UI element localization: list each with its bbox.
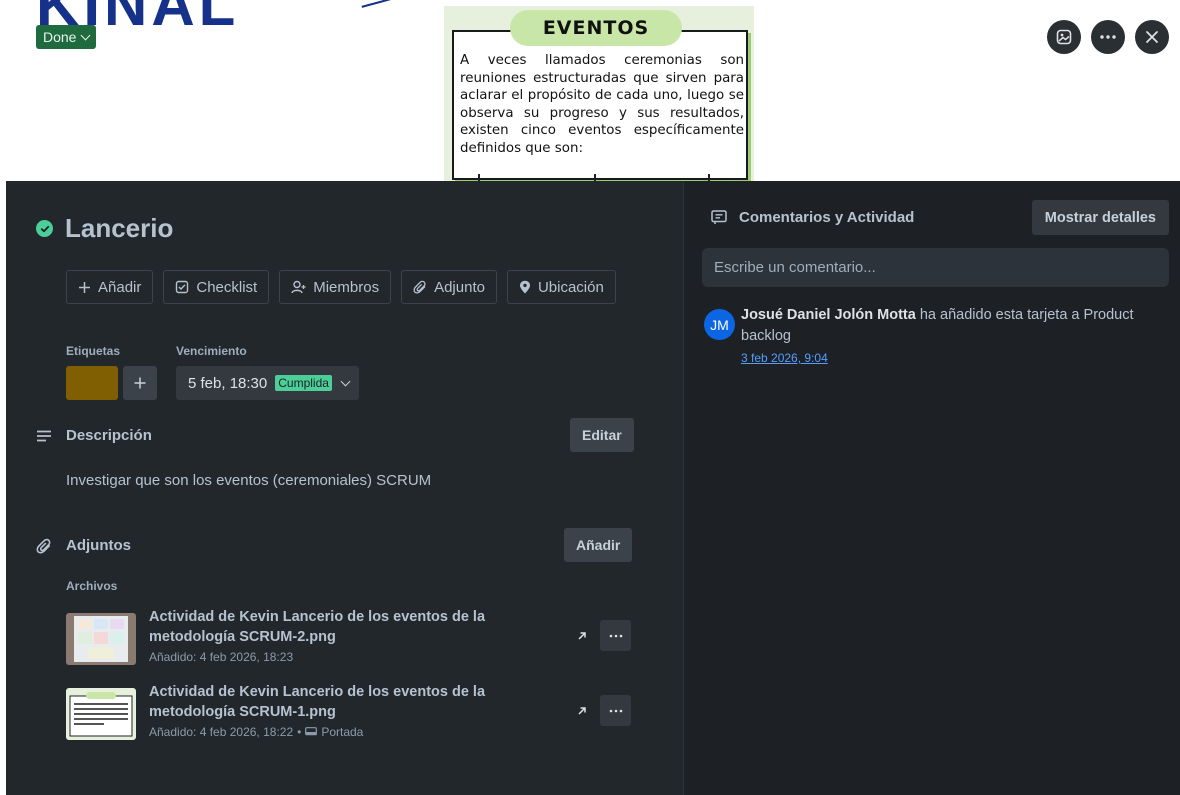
label-chip[interactable]	[66, 366, 118, 400]
avatar[interactable]: JM	[704, 309, 735, 340]
description-header: Descripción	[36, 427, 152, 444]
open-attachment-button[interactable]	[569, 698, 595, 724]
poster-text: A veces llamados ceremonias son reunione…	[460, 53, 744, 156]
comment-input[interactable]	[702, 248, 1169, 287]
attachment-button[interactable]: Adjunto	[401, 270, 497, 304]
add-attachment-button[interactable]: Añadir	[564, 528, 633, 562]
attachment-meta: Añadido: 4 feb 2026, 18:23	[149, 650, 293, 664]
arrow-up-right-icon	[578, 632, 586, 640]
activity-timestamp[interactable]: 3 feb 2026, 9:04	[741, 351, 828, 365]
checkbox-icon	[176, 280, 189, 294]
attachment-thumbnail[interactable]	[66, 613, 136, 665]
paperclip-icon	[36, 538, 51, 553]
chevron-down-icon	[340, 376, 351, 386]
close-icon	[1146, 31, 1158, 43]
paperclip-icon	[413, 280, 426, 294]
poster-ticks	[444, 174, 754, 181]
due-date-heading: Vencimiento	[176, 344, 247, 358]
ellipsis-icon	[609, 709, 622, 712]
location-button-label: Ubicación	[537, 278, 604, 296]
card-actions: Añadir Checklist Miembros Adjunto Ubicac…	[66, 270, 616, 304]
edit-description-button[interactable]: Editar	[570, 418, 634, 452]
cover-image: EVENTOS A veces llamados ceremonias son …	[444, 6, 754, 181]
cover-background-line	[360, 0, 392, 8]
location-button[interactable]: Ubicación	[506, 270, 616, 304]
poster-box: A veces llamados ceremonias son reunione…	[452, 30, 748, 180]
attachment-name[interactable]: Actividad de Kevin Lancerio de los event…	[149, 607, 529, 647]
attachment-item: Actividad de Kevin Lancerio de los event…	[66, 684, 646, 748]
add-button[interactable]: Añadir	[66, 270, 154, 304]
activity-text: Josué Daniel Jolón Motta ha añadido esta…	[741, 305, 1151, 346]
comment-icon	[711, 210, 727, 224]
list-status-dropdown[interactable]: Done	[36, 25, 97, 49]
comments-heading: Comentarios y Actividad	[739, 209, 915, 226]
close-button[interactable]	[1135, 20, 1169, 54]
cover-tag: Portada	[321, 725, 364, 739]
add-label-button[interactable]	[123, 366, 157, 400]
ellipsis-icon	[609, 634, 622, 637]
checklist-button[interactable]: Checklist	[163, 270, 270, 304]
meta-separator: •	[297, 725, 302, 739]
image-icon	[1056, 29, 1072, 45]
due-date-value: 5 feb, 18:30	[188, 374, 268, 392]
attachment-meta: Añadido: 4 feb 2026, 18:22 • Portada	[149, 725, 363, 739]
attachment-more-button[interactable]	[600, 695, 631, 726]
card-title[interactable]: Lancerio	[65, 213, 173, 244]
card-title-row: Lancerio	[36, 213, 173, 244]
attachment-button-label: Adjunto	[434, 278, 485, 296]
show-details-button[interactable]: Mostrar detalles	[1031, 200, 1169, 235]
description-lines-icon	[37, 430, 51, 441]
description-text[interactable]: Investigar que son los eventos (ceremoni…	[66, 472, 431, 489]
members-button[interactable]: Miembros	[279, 270, 392, 304]
due-status-badge: Cumplida	[275, 375, 332, 391]
chevron-down-icon	[81, 30, 91, 40]
comments-header: Comentarios y Actividad	[711, 209, 914, 226]
attachment-more-button[interactable]	[600, 620, 631, 651]
description-heading: Descripción	[66, 427, 152, 444]
add-button-label: Añadir	[98, 278, 142, 296]
open-attachment-button[interactable]	[569, 623, 595, 649]
list-status-label: Done	[43, 29, 77, 45]
card-cover: KINAL EVENTOS A veces llamados ceremonia…	[6, 0, 1180, 181]
ellipsis-icon	[1100, 35, 1116, 39]
location-pin-icon	[519, 280, 530, 294]
more-actions-button[interactable]	[1091, 20, 1125, 54]
attachment-name[interactable]: Actividad de Kevin Lancerio de los event…	[149, 682, 529, 722]
activity-user[interactable]: Josué Daniel Jolón Motta	[741, 307, 916, 323]
attachment-added: Añadido: 4 feb 2026, 18:23	[149, 650, 294, 664]
plus-icon	[134, 377, 146, 389]
cover-actions	[1047, 20, 1169, 54]
files-heading: Archivos	[66, 579, 118, 593]
checklist-button-label: Checklist	[196, 278, 258, 296]
due-date-dropdown[interactable]: 5 feb, 18:30 Cumplida	[176, 366, 359, 400]
attachment-item: Actividad de Kevin Lancerio de los event…	[66, 609, 646, 673]
attachment-added: Añadido: 4 feb 2026, 18:22	[149, 725, 294, 739]
cover-monitor-icon	[305, 727, 318, 736]
attachments-header: Adjuntos	[36, 537, 131, 554]
attachments-heading: Adjuntos	[66, 537, 131, 554]
labels-heading: Etiquetas	[66, 344, 121, 358]
activity-panel: Comentarios y Actividad Mostrar detalles…	[683, 181, 1180, 795]
complete-check-icon[interactable]	[36, 220, 53, 237]
card-details-panel: Lancerio Añadir Checklist Miembros Adjun…	[6, 181, 683, 795]
arrow-up-right-icon	[578, 707, 586, 715]
attachment-thumbnail[interactable]	[66, 688, 136, 740]
poster-title: EVENTOS	[510, 10, 682, 46]
members-button-label: Miembros	[313, 278, 380, 296]
plus-icon	[79, 281, 90, 293]
cover-image-button[interactable]	[1047, 20, 1081, 54]
user-plus-icon	[291, 280, 306, 294]
